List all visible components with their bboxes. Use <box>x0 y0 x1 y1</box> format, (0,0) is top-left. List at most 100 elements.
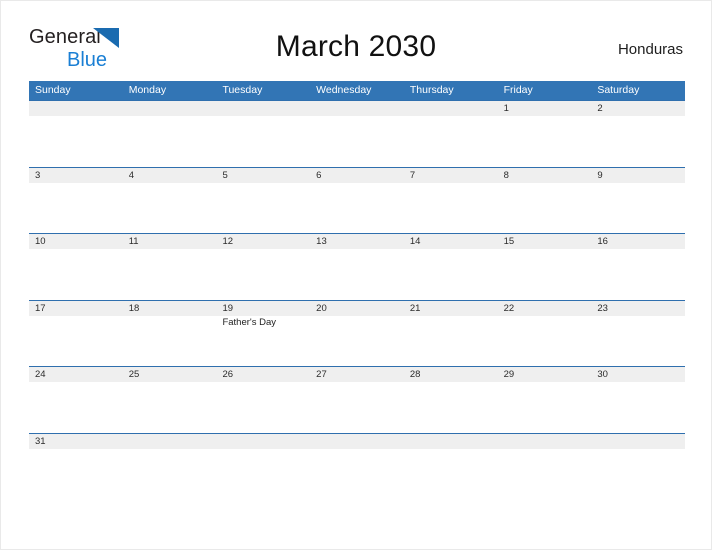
day-cell[interactable]: 12 <box>216 234 310 249</box>
page-title: March 2030 <box>275 30 437 63</box>
event-cell[interactable] <box>498 249 592 299</box>
event-cell[interactable] <box>123 316 217 366</box>
day-cell[interactable]: 19 <box>216 301 310 316</box>
day-number: 17 <box>35 302 46 314</box>
event-cell[interactable] <box>29 116 123 166</box>
event-cell[interactable] <box>29 382 123 432</box>
day-cell[interactable]: 14 <box>404 234 498 249</box>
weekday-header-tuesday: Tuesday <box>222 84 263 96</box>
event-cell[interactable] <box>498 116 592 166</box>
day-cell[interactable] <box>498 434 592 449</box>
event-cell[interactable] <box>591 183 685 233</box>
week-row: 3 4 5 6 7 8 9 <box>29 166 685 234</box>
event-cell[interactable] <box>498 449 592 499</box>
day-number: 15 <box>503 236 515 247</box>
week-row: 1 2 <box>29 100 685 167</box>
day-cell[interactable]: 18 <box>123 301 217 316</box>
event-cell[interactable] <box>216 116 310 166</box>
day-cell[interactable]: 29 <box>498 367 592 382</box>
event-cell[interactable] <box>498 183 592 233</box>
day-cell[interactable]: 17 <box>29 301 123 316</box>
day-number: 5 <box>222 169 228 181</box>
day-number: 25 <box>128 369 140 380</box>
day-cell[interactable]: 9 <box>591 168 685 183</box>
day-cell[interactable] <box>123 101 217 116</box>
event-cell[interactable] <box>29 183 123 233</box>
day-cell[interactable]: 15 <box>498 234 592 249</box>
event-cell[interactable] <box>404 382 498 432</box>
event-cell[interactable] <box>310 183 404 233</box>
event-cell[interactable] <box>404 249 498 299</box>
day-cell[interactable]: 20 <box>310 301 404 316</box>
day-cell[interactable] <box>404 434 498 449</box>
day-cell[interactable] <box>310 434 404 449</box>
week-row: 10 11 12 13 14 15 16 <box>29 233 685 300</box>
day-cell[interactable]: 5 <box>216 168 310 183</box>
event-cell[interactable] <box>216 382 310 432</box>
calendar-grid: Sunday Monday Tuesday Wednesday Thursday… <box>29 81 685 499</box>
day-cell[interactable]: 6 <box>310 168 404 183</box>
event-cell[interactable] <box>29 316 123 366</box>
day-cell[interactable]: 3 <box>29 168 123 183</box>
event-cell[interactable] <box>310 316 404 366</box>
day-cell[interactable]: 22 <box>498 301 592 316</box>
day-cell[interactable]: 26 <box>216 367 310 382</box>
event-cell[interactable] <box>123 116 217 166</box>
day-cell[interactable]: 1 <box>498 101 592 116</box>
day-cell[interactable]: 27 <box>310 367 404 382</box>
day-number-band: 17 18 19 20 21 22 23 <box>29 300 685 316</box>
day-cell[interactable]: 10 <box>29 234 123 249</box>
event-cell[interactable] <box>29 449 123 499</box>
event-cell[interactable] <box>404 316 498 366</box>
event-cell[interactable] <box>591 382 685 432</box>
day-cell[interactable] <box>216 101 310 116</box>
day-cell[interactable]: 7 <box>404 168 498 183</box>
event-cell[interactable] <box>216 249 310 299</box>
event-cell[interactable] <box>310 249 404 299</box>
day-number: 19 <box>222 302 234 314</box>
day-cell[interactable]: 24 <box>29 367 123 382</box>
event-cell[interactable] <box>591 316 685 366</box>
event-cell[interactable] <box>310 116 404 166</box>
day-number: 29 <box>503 369 515 380</box>
event-cell[interactable] <box>498 382 592 432</box>
event-cell[interactable] <box>123 183 217 233</box>
day-cell[interactable]: 4 <box>123 168 217 183</box>
event-cell[interactable] <box>216 183 310 233</box>
event-cell[interactable] <box>310 382 404 432</box>
day-cell[interactable] <box>216 434 310 449</box>
day-cell[interactable]: 25 <box>123 367 217 382</box>
event-cell[interactable] <box>29 249 123 299</box>
event-cell[interactable] <box>591 116 685 166</box>
day-cell[interactable]: 2 <box>591 101 685 116</box>
day-cell[interactable]: 21 <box>404 301 498 316</box>
event-label: Father's Day <box>222 316 276 328</box>
event-cell[interactable] <box>310 449 404 499</box>
day-cell[interactable]: 31 <box>29 434 123 449</box>
day-cell[interactable]: 13 <box>310 234 404 249</box>
day-cell[interactable]: 23 <box>591 301 685 316</box>
day-cell[interactable] <box>591 434 685 449</box>
day-cell[interactable]: 11 <box>123 234 217 249</box>
day-cell[interactable]: 30 <box>591 367 685 382</box>
event-cell[interactable] <box>591 449 685 499</box>
event-cell[interactable] <box>591 249 685 299</box>
event-cell[interactable] <box>404 183 498 233</box>
event-cell[interactable] <box>123 382 217 432</box>
event-cell[interactable] <box>498 316 592 366</box>
day-cell[interactable] <box>123 434 217 449</box>
event-cell[interactable] <box>216 449 310 499</box>
day-cell[interactable] <box>29 101 123 116</box>
day-number: 31 <box>35 435 46 447</box>
day-cell[interactable]: 16 <box>591 234 685 249</box>
day-number: 16 <box>597 236 608 247</box>
day-cell[interactable] <box>310 101 404 116</box>
day-cell[interactable]: 8 <box>498 168 592 183</box>
event-cell[interactable] <box>123 249 217 299</box>
event-cell[interactable] <box>123 449 217 499</box>
day-cell[interactable] <box>404 101 498 116</box>
event-cell[interactable] <box>404 116 498 166</box>
event-cell-fathers-day[interactable]: Father's Day <box>216 316 310 366</box>
day-cell[interactable]: 28 <box>404 367 498 382</box>
event-cell[interactable] <box>404 449 498 499</box>
